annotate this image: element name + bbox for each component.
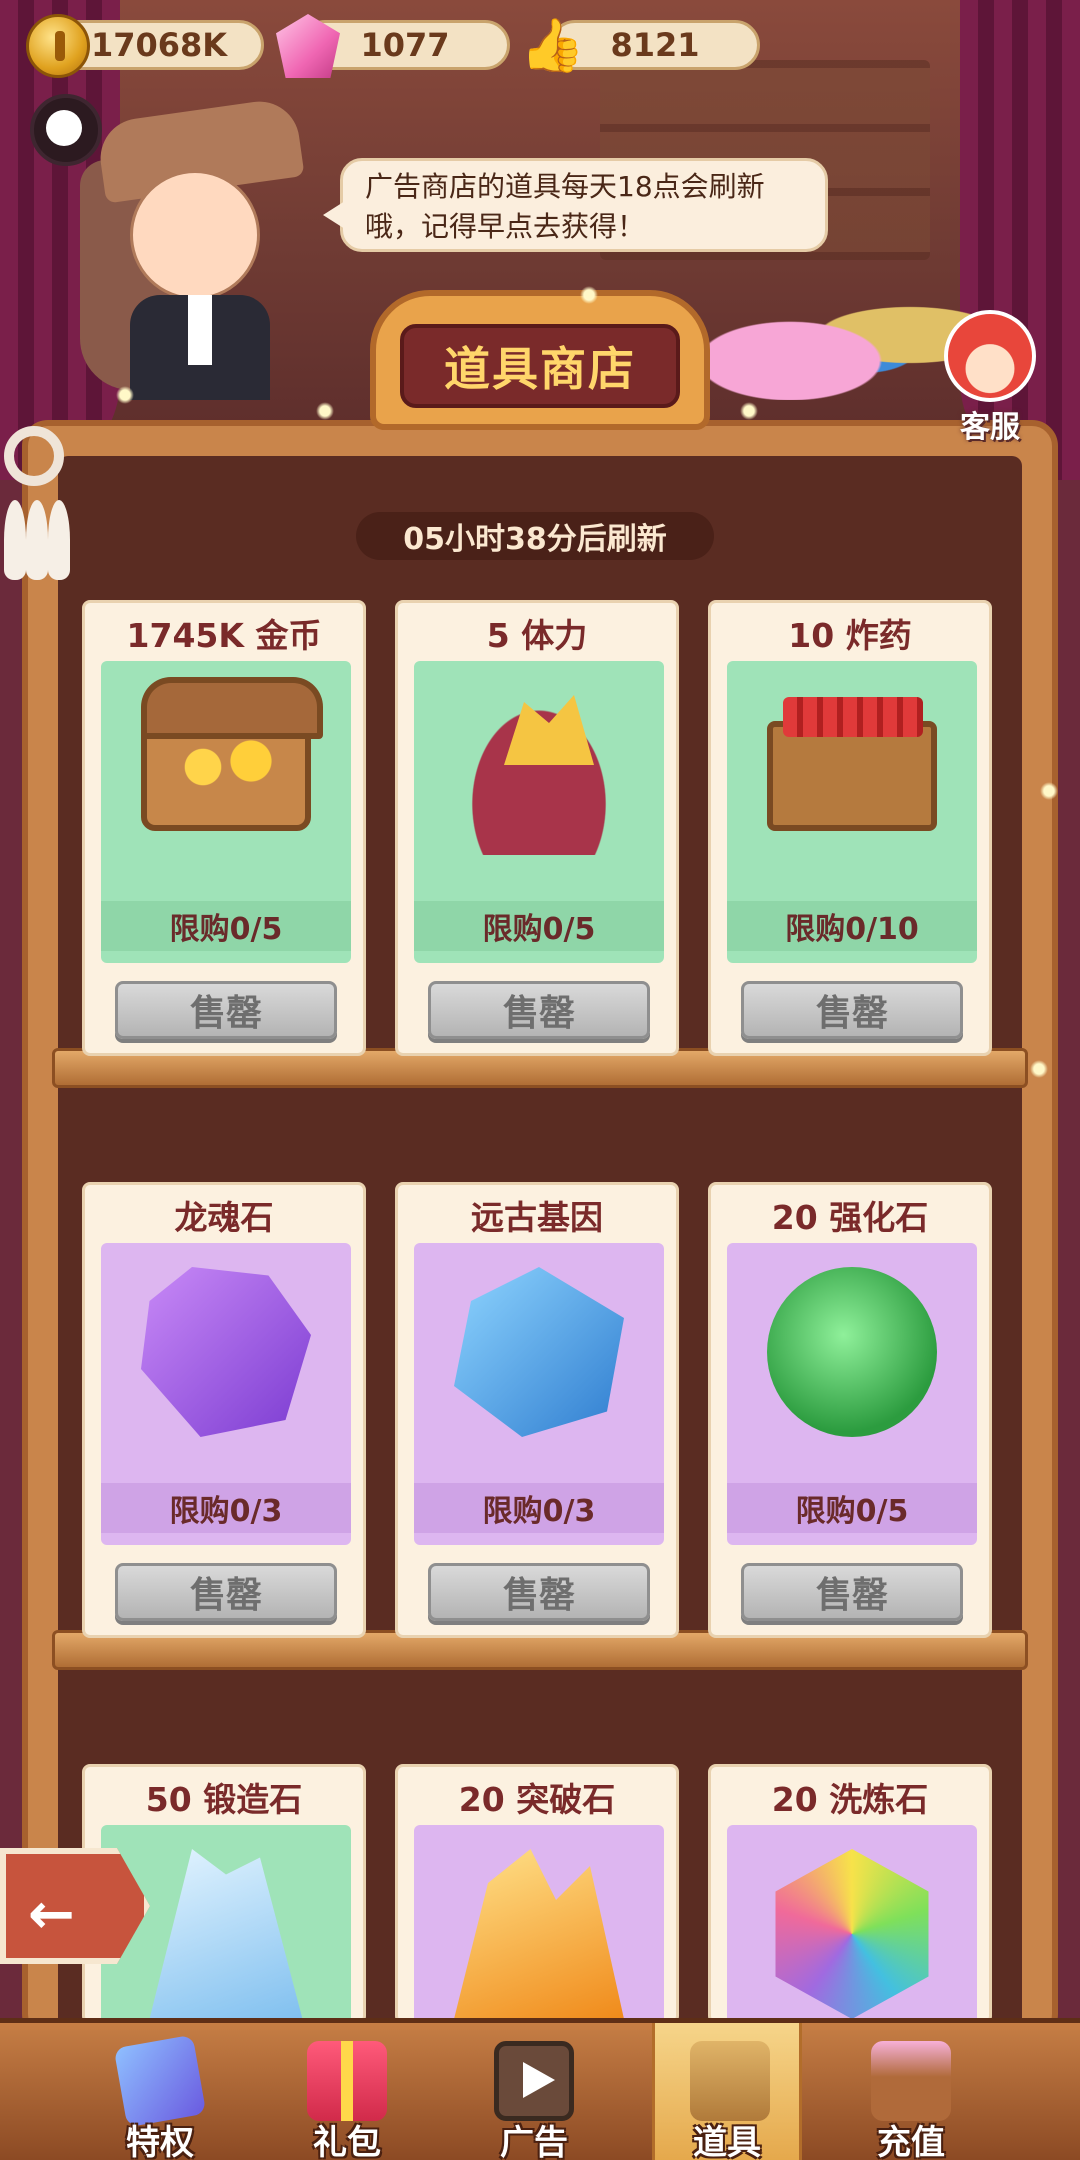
item-name: 20 强化石 (771, 1198, 929, 1237)
sold-out-button[interactable]: 售罄 (115, 1563, 337, 1621)
shop-item-dragon-soul-stone[interactable]: 龙魂石 限购0/3 售罄 (82, 1182, 366, 1638)
item-name: 5 体力 (486, 616, 588, 655)
item-name: 远古基因 (471, 1198, 603, 1237)
sparkle-decoration (740, 402, 758, 420)
dynamite-crate-icon (767, 697, 937, 831)
breakthrough-crystal-icon (454, 1849, 624, 2019)
item-purchase-limit: 限购0/5 (414, 901, 664, 951)
item-name: 20 突破石 (458, 1780, 616, 1819)
item-purchase-limit: 限购0/3 (414, 1483, 664, 1533)
item-panel: 限购0/3 (414, 1243, 664, 1545)
thumbs-up-icon: 👍 (520, 16, 585, 76)
sold-out-button[interactable]: 售罄 (428, 1563, 650, 1621)
refresh-timer: 05小时38分后刷新 (356, 512, 714, 560)
energy-sack-icon (454, 685, 624, 855)
shop-item-gold[interactable]: 1745K 金币 限购0/5 售罄 (82, 600, 366, 1056)
sparkle-decoration (1040, 782, 1058, 800)
item-name: 1745K 金币 (126, 616, 322, 655)
like-amount: 8121 (610, 26, 700, 64)
item-panel (727, 1825, 977, 2025)
nav-tab-privilege[interactable]: 特权 (85, 2023, 235, 2160)
items-box-icon (690, 2041, 770, 2121)
bottom-navigation: 特权 礼包 广告 道具 充值 (0, 2018, 1080, 2160)
gift-box-icon (307, 2041, 387, 2121)
shop-title-plaque: 道具商店 (370, 290, 710, 430)
sparkle-decoration (1030, 1060, 1048, 1078)
shop-item-energy[interactable]: 5 体力 限购0/5 售罄 (395, 600, 679, 1056)
ad-tv-icon (494, 2041, 574, 2121)
back-arrow-icon: ← (28, 1882, 75, 1947)
shop-item-refine-stone[interactable]: 20 洗炼石 (708, 1764, 992, 2025)
npc-speech-text: 广告商店的道具每天18点会刷新哦，记得早点去获得！ (365, 170, 765, 243)
npc-speech-bubble: 广告商店的道具每天18点会刷新哦，记得早点去获得！ (323, 158, 828, 252)
dragon-soul-stone-icon (141, 1267, 311, 1437)
refine-gem-icon (775, 1849, 929, 2019)
item-panel: 限购0/5 (727, 1243, 977, 1545)
item-panel: 限购0/3 (101, 1243, 351, 1545)
item-name: 10 炸药 (788, 616, 912, 655)
forge-crystal-icon (149, 1849, 303, 2019)
item-purchase-limit: 限购0/5 (101, 901, 351, 951)
item-name: 20 洗炼石 (771, 1780, 929, 1819)
item-name: 50 锻造石 (145, 1780, 303, 1819)
nav-label: 礼包 (313, 2123, 381, 2160)
item-name: 龙魂石 (174, 1198, 274, 1237)
nav-label: 充值 (877, 2123, 945, 2160)
shop-title: 道具商店 (400, 324, 680, 408)
coin-icon (26, 14, 90, 78)
nav-label: 道具 (693, 2123, 761, 2160)
nav-label: 特权 (126, 2123, 194, 2160)
privilege-cards-icon (113, 2034, 207, 2128)
item-purchase-limit: 限购0/10 (727, 901, 977, 951)
customer-service-button[interactable]: 客服 (930, 310, 1050, 445)
enhance-stone-icon (767, 1267, 937, 1437)
customer-service-icon (944, 310, 1036, 402)
gem-amount: 1077 (360, 26, 450, 64)
item-panel: 限购0/5 (101, 661, 351, 963)
nav-tab-recharge[interactable]: 充值 (836, 2023, 986, 2160)
item-purchase-limit: 限购0/5 (727, 1483, 977, 1533)
resource-bar: 17068K 1077 8121 👍 (0, 14, 1080, 86)
nav-tab-gift[interactable]: 礼包 (272, 2023, 422, 2160)
sold-out-button[interactable]: 售罄 (741, 981, 963, 1039)
sold-out-button[interactable]: 售罄 (741, 1563, 963, 1621)
treasure-chest-icon (141, 677, 323, 831)
nav-tab-ads[interactable]: 广告 (459, 2023, 609, 2160)
sparkle-decoration (316, 402, 334, 420)
sold-out-button[interactable]: 售罄 (428, 981, 650, 1039)
item-purchase-limit: 限购0/3 (101, 1483, 351, 1533)
item-panel (414, 1825, 664, 2025)
sparkle-decoration (116, 386, 134, 404)
customer-service-label: 客服 (960, 410, 1020, 445)
side-ornament (0, 420, 70, 620)
shop-item-ancient-gene[interactable]: 远古基因 限购0/3 售罄 (395, 1182, 679, 1638)
sparkle-decoration (580, 286, 598, 304)
shop-item-enhance-stone[interactable]: 20 强化石 限购0/5 售罄 (708, 1182, 992, 1638)
shop-item-breakthrough-stone[interactable]: 20 突破石 (395, 1764, 679, 2025)
sold-out-button[interactable]: 售罄 (115, 981, 337, 1039)
shop-item-dynamite[interactable]: 10 炸药 限购0/10 售罄 (708, 600, 992, 1056)
item-panel: 限购0/5 (414, 661, 664, 963)
recharge-crate-icon (871, 2041, 951, 2121)
coin-amount: 17068K (90, 26, 228, 64)
nav-label: 广告 (500, 2123, 568, 2160)
ancient-gene-icon (454, 1267, 624, 1437)
shopkeeper-npc (60, 96, 340, 400)
nav-tab-items[interactable]: 道具 (652, 2023, 802, 2160)
item-panel: 限购0/10 (727, 661, 977, 963)
